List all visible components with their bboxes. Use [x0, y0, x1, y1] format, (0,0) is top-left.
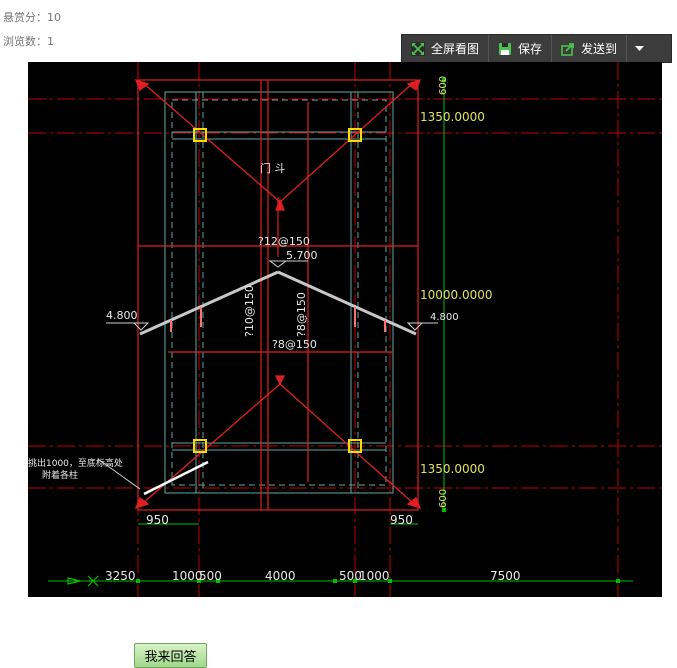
dim-1350-bottom: 1350.0000	[420, 462, 485, 476]
reward-points: 悬赏分：10	[3, 11, 61, 24]
answer-button[interactable]: 我来回答	[134, 643, 207, 668]
rebar-top-label: ?12@150	[258, 235, 310, 248]
cad-drawing[interactable]: 门 斗 ?12@150 5.700 4.800 4.800 ?8@150 挑出1…	[28, 62, 662, 597]
dim-950-right: 950	[390, 513, 413, 527]
view-count: 浏览数：1	[3, 35, 54, 48]
rebar-v1-label: ?10@150	[243, 285, 256, 337]
fullscreen-icon	[411, 41, 425, 56]
dim-1350-top: 1350.0000	[420, 110, 485, 124]
bottom-dim-7: 7500	[490, 569, 521, 583]
bottom-dim-3: 500	[199, 569, 222, 583]
rebar-v2-label: ?8@150	[295, 292, 308, 337]
floppy-disk-icon	[499, 42, 512, 55]
dim-600-top: 600	[438, 76, 449, 95]
dim-950-left: 950	[146, 513, 169, 527]
send-to-label: 发送到	[581, 42, 618, 56]
save-button[interactable]: 保存	[489, 35, 553, 62]
image-toolbar: 全屏看图 保存 发送到	[401, 34, 672, 63]
rebar-bottom-label: ?8@150	[272, 338, 317, 351]
bottom-dim-2: 1000	[172, 569, 203, 583]
note-line2: 附着各柱	[42, 469, 78, 481]
elev-right-label: 4.800	[430, 312, 459, 323]
elev-top-label: 5.700	[286, 249, 318, 262]
fullscreen-label: 全屏看图	[431, 42, 480, 56]
send-to-button[interactable]: 发送到	[552, 35, 628, 62]
caret-down-icon	[635, 45, 645, 51]
save-label: 保存	[518, 42, 543, 56]
share-icon	[561, 42, 574, 56]
dim-600-bottom: 600	[438, 489, 449, 508]
dim-10000: 10000.0000	[420, 288, 493, 302]
note-line1: 挑出1000，至底标高处	[28, 457, 123, 469]
send-to-dropdown[interactable]	[627, 35, 652, 62]
elev-left-label: 4.800	[106, 309, 138, 322]
bottom-dim-1: 3250	[105, 569, 136, 583]
bottom-dim-4: 4000	[265, 569, 296, 583]
bottom-dim-6: 1000	[359, 569, 390, 583]
drawing-title: 门 斗	[260, 161, 286, 175]
fullscreen-button[interactable]: 全屏看图	[402, 35, 490, 62]
